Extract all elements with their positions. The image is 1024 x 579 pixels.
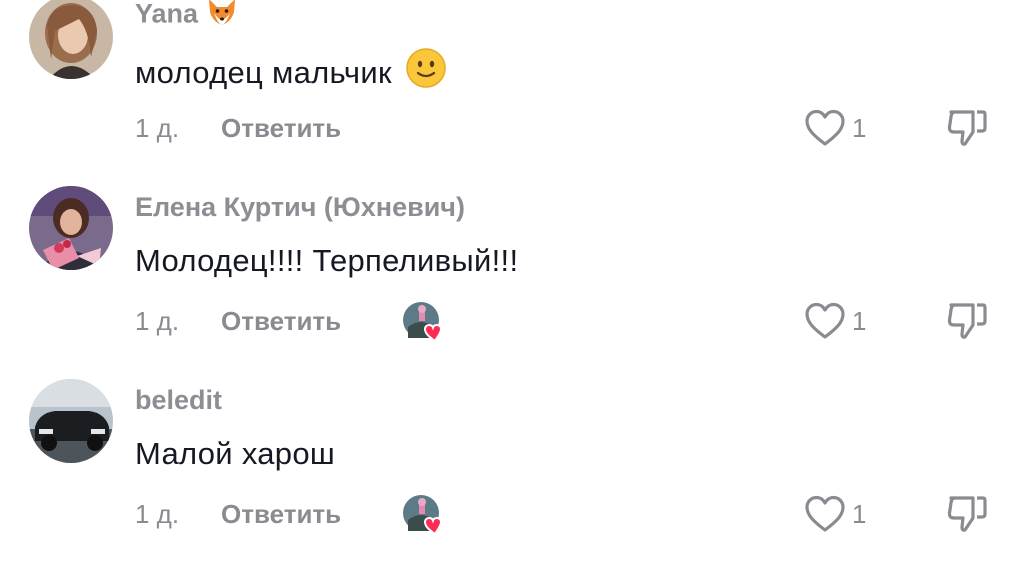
- like-button[interactable]: [803, 494, 847, 534]
- creator-liked-heart-icon: [403, 495, 443, 536]
- like-count: 1: [852, 306, 867, 336]
- reply-button[interactable]: Ответить: [221, 499, 341, 530]
- comment-item: Елена Куртич (Юхневич) Молодец!!!! Терпе…: [0, 186, 1024, 386]
- comment-text: Малой харош: [135, 436, 336, 471]
- comment-time: 1 д.: [135, 306, 180, 336]
- like-count: 1: [852, 113, 867, 143]
- fox-emoji-icon: [206, 0, 238, 34]
- like-button[interactable]: [803, 301, 847, 341]
- reply-button[interactable]: Ответить: [221, 306, 341, 337]
- comment-username[interactable]: Yana: [135, 0, 238, 34]
- avatar[interactable]: [29, 379, 113, 463]
- comment-text: Молодец!!!! Терпеливый!!!: [135, 243, 519, 278]
- avatar[interactable]: [29, 0, 113, 79]
- slightly-smiling-face-icon: [406, 48, 446, 96]
- thumbs-down-icon: [947, 303, 987, 339]
- heart-outline-icon: [805, 109, 845, 146]
- avatar[interactable]: [29, 186, 113, 270]
- creator-liked-heart-icon: [403, 302, 443, 343]
- dislike-button[interactable]: [945, 492, 989, 536]
- creator-liked-badge: [402, 301, 448, 343]
- thumbs-down-icon: [947, 110, 987, 146]
- comment-item: beledit Малой харош 1 д. Ответить 1: [0, 379, 1024, 579]
- heart-outline-icon: [805, 302, 845, 339]
- comment-username[interactable]: beledit: [135, 385, 222, 416]
- comment-time: 1 д.: [135, 499, 180, 529]
- reply-button[interactable]: Ответить: [221, 113, 341, 144]
- dislike-button[interactable]: [945, 106, 989, 150]
- creator-liked-badge: [402, 494, 448, 536]
- comment-username[interactable]: Елена Куртич (Юхневич): [135, 192, 465, 223]
- heart-outline-icon: [805, 495, 845, 532]
- comment-item: Yana молодец мальчик 1 д. Ответить 1: [0, 0, 1024, 193]
- thumbs-down-icon: [947, 496, 987, 532]
- dislike-button[interactable]: [945, 299, 989, 343]
- like-button[interactable]: [803, 108, 847, 148]
- comment-time: 1 д.: [135, 113, 180, 143]
- comment-text: молодец мальчик: [135, 48, 446, 99]
- like-count: 1: [852, 499, 867, 529]
